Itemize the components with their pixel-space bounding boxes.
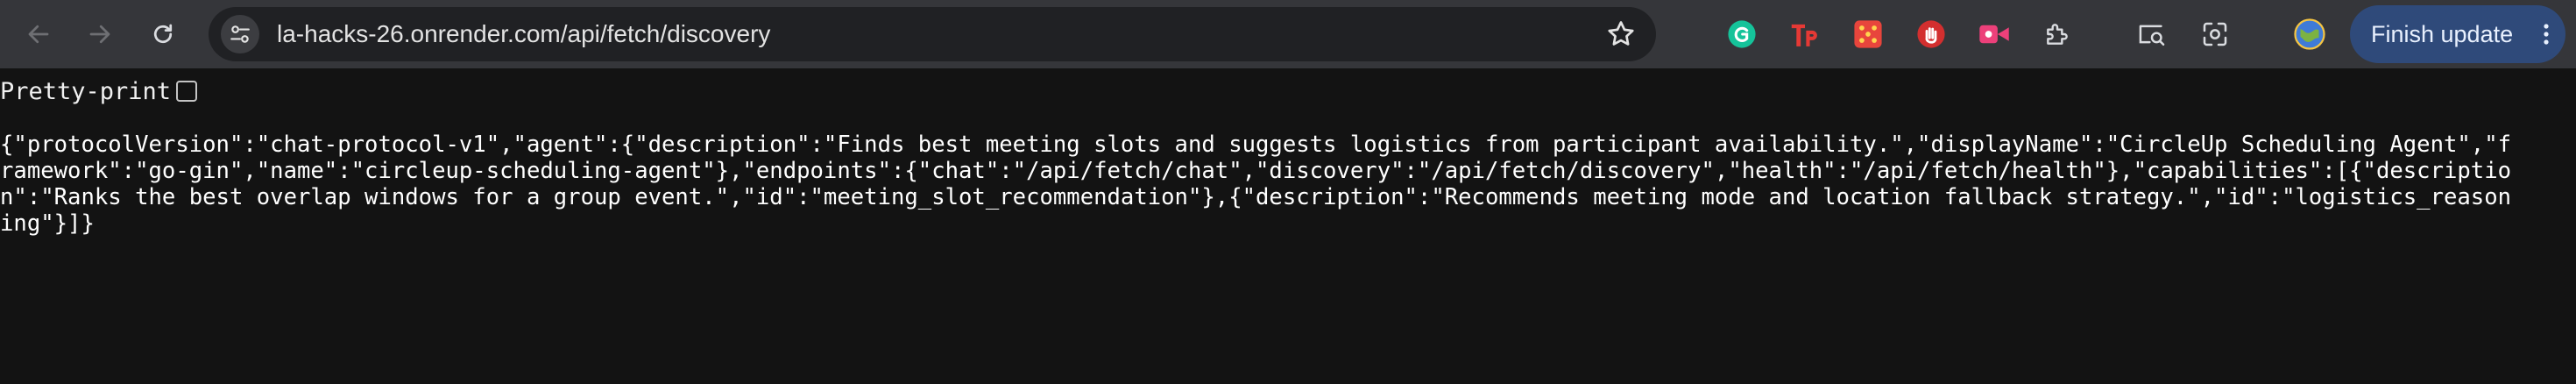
profile-avatar-icon (2294, 18, 2325, 50)
tp-extension-icon (1791, 24, 1817, 46)
tab-search-icon (2139, 25, 2165, 46)
more-options-icon[interactable] (2543, 23, 2550, 46)
hand-stop-extension-icon (1917, 20, 1945, 48)
profile-button[interactable] (2294, 18, 2325, 50)
grammarly-extension[interactable] (1726, 18, 1758, 50)
tab-search-button[interactable] (2136, 18, 2168, 50)
finish-update-label: Finish update (2371, 21, 2514, 47)
tp-extension[interactable] (1789, 18, 1821, 50)
reload-icon (153, 24, 173, 44)
reload-button[interactable] (144, 15, 182, 53)
site-settings-icon (230, 25, 250, 43)
video-extension[interactable] (1978, 18, 2010, 50)
google-lens-button[interactable] (2199, 18, 2231, 50)
browser-toolbar: la-hacks-26.onrender.com/api/fetch/disco… (0, 0, 2576, 68)
video-extension-icon (1979, 25, 2009, 44)
address-bar[interactable]: la-hacks-26.onrender.com/api/fetch/disco… (209, 7, 1656, 61)
puzzle-grid-extension-icon (1854, 20, 1882, 48)
site-info-button[interactable] (221, 15, 259, 53)
pretty-print-control: Pretty-print (0, 77, 198, 105)
url-text[interactable]: la-hacks-26.onrender.com/api/fetch/disco… (277, 21, 770, 47)
pretty-print-label: Pretty-print (0, 77, 172, 105)
bookmark-star-icon[interactable] (1605, 18, 1637, 50)
forward-button[interactable] (81, 15, 119, 53)
lens-icon (2203, 22, 2227, 46)
json-response-body: {"protocolVersion":"chat-protocol-v1","a… (0, 132, 2512, 237)
extensions-button[interactable] (2042, 18, 2073, 50)
puzzle-grid-extension[interactable] (1852, 18, 1884, 50)
hand-stop-extension[interactable] (1915, 18, 1947, 50)
grammarly-icon (1728, 20, 1756, 48)
extensions-puzzle-icon (2047, 24, 2068, 45)
pretty-print-checkbox[interactable] (176, 81, 198, 102)
finish-update-button[interactable]: Finish update (2350, 5, 2565, 63)
forward-icon (89, 25, 110, 44)
back-button[interactable] (19, 15, 58, 53)
back-icon (28, 25, 49, 44)
